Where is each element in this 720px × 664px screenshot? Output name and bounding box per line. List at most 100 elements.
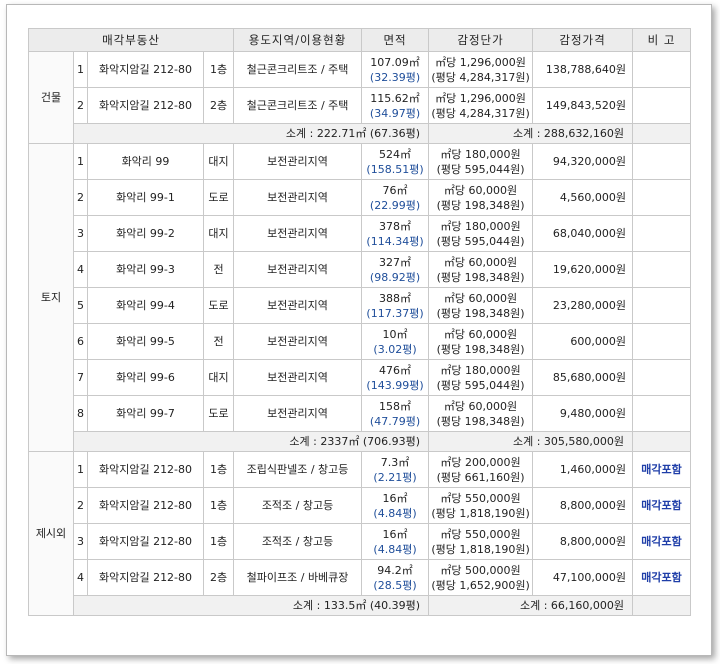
subtotal-empty	[632, 595, 692, 616]
table-row: 토지 1 화악리 99 대지 보전관리지역 524㎡ (158.51평) ㎡당 180,000…	[28, 143, 692, 452]
row-number: 1	[73, 451, 88, 488]
subtotal-area: 소계 : 222.71㎡ (67.36평)	[72, 123, 430, 144]
price-per-pyeong: (평당 4,284,317원)	[431, 70, 530, 84]
unit-price-cell: ㎡당 60,000원 (평당 198,348원)	[428, 287, 534, 324]
appraised-cell: 1,460,000원	[532, 451, 634, 488]
area-sqm: 107.09㎡	[370, 55, 420, 69]
appraised-cell: 94,320,000원	[532, 143, 634, 180]
appraised-cell: 149,843,520원	[532, 87, 634, 124]
note-cell	[632, 395, 692, 432]
appraised-cell: 68,040,000원	[532, 215, 634, 252]
use-cell: 철파이프조 / 바베큐장	[233, 559, 363, 596]
price-per-pyeong: (평당 595,044원)	[436, 378, 525, 392]
price-per-sqm: ㎡당 60,000원	[443, 327, 518, 341]
row-number: 3	[73, 215, 88, 252]
area-cell: 7.3㎡ (2.21평)	[361, 451, 430, 488]
use-cell: 보전관리지역	[233, 215, 363, 252]
table-row: 3 화악지암길 212-80 1층 조적조 / 창고등 16㎡ (4.84평) ㎡당 550…	[29, 523, 692, 560]
floor-type-cell: 대지	[202, 359, 235, 396]
floor-type-cell: 1층	[202, 487, 235, 524]
price-per-sqm: ㎡당 60,000원	[443, 399, 518, 413]
row-number: 2	[73, 87, 88, 124]
row-number: 2	[73, 179, 88, 216]
floor-type-cell: 전	[202, 251, 235, 288]
unit-price-cell: ㎡당 180,000원 (평당 595,044원)	[428, 359, 534, 396]
note-cell	[632, 87, 692, 124]
category-label: 제시외	[28, 451, 74, 616]
address-cell: 화악지암길 212-80	[87, 451, 204, 488]
unit-price-cell: ㎡당 500,000원 (평당 1,652,900원)	[428, 559, 534, 596]
use-cell: 철근콘크리트조 / 주택	[233, 51, 363, 88]
area-pyeong: (2.21평)	[373, 470, 417, 484]
area-pyeong: (28.5평)	[373, 578, 417, 592]
note-cell	[632, 359, 692, 396]
row-number: 3	[73, 523, 88, 560]
appraised-cell: 600,000원	[532, 323, 634, 360]
note-cell	[632, 179, 692, 216]
area-cell: 94.2㎡ (28.5평)	[361, 559, 430, 596]
area-pyeong: (114.34평)	[366, 234, 424, 248]
address-cell: 화악리 99-5	[87, 323, 204, 360]
address-cell: 화악리 99-3	[87, 251, 204, 288]
header-zoning: 용도지역/이용현황	[233, 28, 363, 52]
note-cell: 매각포함	[632, 451, 692, 488]
use-cell: 보전관리지역	[233, 287, 363, 324]
note-cell	[632, 287, 692, 324]
table-row: 2 화악리 99-1 도로 보전관리지역 76㎡ (22.99평) ㎡당 60,000원 (평…	[29, 179, 692, 216]
area-sqm: 16㎡	[382, 527, 408, 541]
price-per-pyeong: (평당 1,818,190원)	[431, 542, 530, 556]
subtotal-price: 소계 : 288,632,160원	[428, 123, 634, 144]
table-row: 4 화악리 99-3 전 보전관리지역 327㎡ (98.92평) ㎡당 60,000원 (평…	[29, 251, 692, 288]
area-cell: 388㎡ (117.37평)	[361, 287, 430, 324]
row-number: 1	[73, 143, 88, 180]
floor-type-cell: 도로	[202, 395, 235, 432]
use-cell: 철근콘크리트조 / 주택	[233, 87, 363, 124]
category-label: 토지	[28, 143, 74, 452]
appraised-cell: 23,280,000원	[532, 287, 634, 324]
unit-price-cell: ㎡당 180,000원 (평당 595,044원)	[428, 143, 534, 180]
area-cell: 76㎡ (22.99평)	[361, 179, 430, 216]
price-per-pyeong: (평당 1,652,900원)	[431, 578, 530, 592]
table-row: 제시외 1 화악지암길 212-80 1층 조립식판넬조 / 창고등 7.3㎡ (2.21평…	[28, 451, 692, 616]
header-area: 면적	[361, 28, 430, 52]
address-cell: 화악리 99-2	[87, 215, 204, 252]
subtotal-empty	[632, 431, 692, 452]
table-row: 2 화악지암길 212-80 2층 철근콘크리트조 / 주택 115.62㎡ (34.97…	[29, 87, 692, 124]
category-label: 건물	[28, 51, 74, 144]
area-pyeong: (22.99평)	[369, 198, 421, 212]
use-cell: 보전관리지역	[233, 251, 363, 288]
appraised-cell: 138,788,640원	[532, 51, 634, 88]
row-number: 4	[73, 251, 88, 288]
area-pyeong: (98.92평)	[369, 270, 421, 284]
floor-type-cell: 2층	[202, 87, 235, 124]
unit-price-cell: ㎡당 200,000원 (평당 661,160원)	[428, 451, 534, 488]
area-cell: 378㎡ (114.34평)	[361, 215, 430, 252]
area-cell: 327㎡ (98.92평)	[361, 251, 430, 288]
area-cell: 115.62㎡ (34.97평)	[361, 87, 430, 124]
price-per-pyeong: (평당 595,044원)	[436, 162, 525, 176]
price-per-pyeong: (평당 595,044원)	[436, 234, 525, 248]
use-cell: 보전관리지역	[233, 323, 363, 360]
subtotal-area: 소계 : 2337㎡ (706.93평)	[72, 431, 430, 452]
area-cell: 158㎡ (47.79평)	[361, 395, 430, 432]
area-sqm: 327㎡	[379, 255, 412, 269]
table-row: 2 화악지암길 212-80 1층 조적조 / 창고등 16㎡ (4.84평) ㎡당 550…	[29, 487, 692, 524]
unit-price-cell: ㎡당 1,296,000원 (평당 4,284,317원)	[428, 51, 534, 88]
subtotal-price: 소계 : 305,580,000원	[428, 431, 634, 452]
area-pyeong: (47.79평)	[369, 414, 421, 428]
area-pyeong: (34.97평)	[369, 106, 421, 120]
price-per-sqm: ㎡당 180,000원	[440, 147, 521, 161]
header-note: 비 고	[632, 28, 692, 52]
area-pyeong: (32.39평)	[369, 70, 421, 84]
area-sqm: 388㎡	[379, 291, 412, 305]
address-cell: 화악지암길 212-80	[87, 87, 204, 124]
area-sqm: 16㎡	[382, 491, 408, 505]
area-cell: 10㎡ (3.02평)	[361, 323, 430, 360]
unit-price-cell: ㎡당 1,296,000원 (평당 4,284,317원)	[428, 87, 534, 124]
row-number: 4	[73, 559, 88, 596]
floor-type-cell: 대지	[202, 215, 235, 252]
table-body: 건물 1 화악지암길 212-80 1층 철근콘크리트조 / 주택 107.09㎡ (32.…	[28, 51, 692, 616]
area-pyeong: (4.84평)	[373, 506, 417, 520]
use-cell: 보전관리지역	[233, 359, 363, 396]
table-row: 7 화악리 99-6 대지 보전관리지역 476㎡ (143.99평) ㎡당 180,000…	[29, 359, 692, 396]
